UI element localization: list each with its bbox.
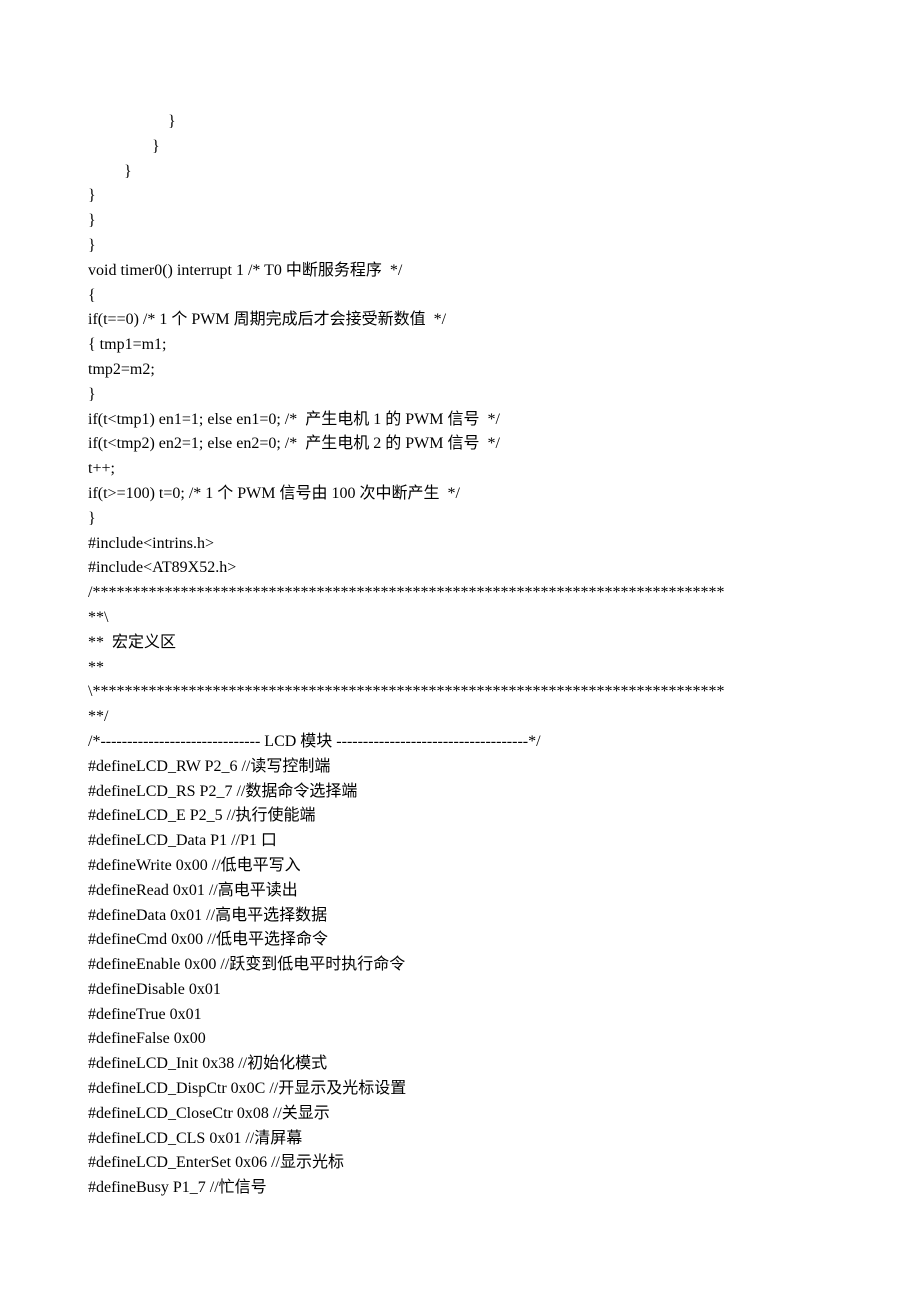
code-line: #include<intrins.h> — [88, 532, 832, 557]
code-line: #defineTrue 0x01 — [88, 1003, 832, 1028]
code-line: } — [88, 383, 832, 408]
code-line: tmp2=m2; — [88, 358, 832, 383]
code-line: if(t<tmp1) en1=1; else en1=0; /* 产生电机 1 … — [88, 408, 832, 433]
code-line: if(t>=100) t=0; /* 1 个 PWM 信号由 100 次中断产生… — [88, 482, 832, 507]
code-line: } — [88, 184, 832, 209]
code-line: **\ — [88, 606, 832, 631]
code-line: #defineFalse 0x00 — [88, 1027, 832, 1052]
code-line: if(t==0) /* 1 个 PWM 周期完成后才会接受新数值 */ — [88, 308, 832, 333]
code-line: #include<AT89X52.h> — [88, 556, 832, 581]
code-line: { — [88, 284, 832, 309]
code-line: void timer0() interrupt 1 /* T0 中断服务程序 *… — [88, 259, 832, 284]
code-line: /***************************************… — [88, 581, 832, 606]
code-line: } — [88, 234, 832, 259]
code-line: #defineLCD_RW P2_6 //读写控制端 — [88, 755, 832, 780]
code-line: if(t<tmp2) en2=1; else en2=0; /* 产生电机 2 … — [88, 432, 832, 457]
code-line: } — [88, 110, 832, 135]
code-line: **/ — [88, 705, 832, 730]
code-line: { tmp1=m1; — [88, 333, 832, 358]
code-line: #defineLCD_RS P2_7 //数据命令选择端 — [88, 780, 832, 805]
code-line: #defineLCD_DispCtr 0x0C //开显示及光标设置 — [88, 1077, 832, 1102]
code-line: } — [88, 507, 832, 532]
code-line: #defineLCD_CLS 0x01 //清屏幕 — [88, 1127, 832, 1152]
code-line: t++; — [88, 457, 832, 482]
code-line: #defineLCD_Init 0x38 //初始化模式 — [88, 1052, 832, 1077]
code-line: #defineCmd 0x00 //低电平选择命令 — [88, 928, 832, 953]
code-line: \***************************************… — [88, 680, 832, 705]
code-line: ** — [88, 656, 832, 681]
code-line: #defineLCD_Data P1 //P1 口 — [88, 829, 832, 854]
code-line: } — [88, 135, 832, 160]
document-page: } } } } } } void timer0() interrupt 1 /*… — [0, 0, 920, 1302]
code-line: #defineData 0x01 //高电平选择数据 — [88, 904, 832, 929]
code-line: #defineLCD_EnterSet 0x06 //显示光标 — [88, 1151, 832, 1176]
code-line: ** 宏定义区 — [88, 631, 832, 656]
code-line: } — [88, 209, 832, 234]
code-line: /*------------------------------ LCD 模块 … — [88, 730, 832, 755]
code-line: #defineEnable 0x00 //跃变到低电平时执行命令 — [88, 953, 832, 978]
code-line: #defineWrite 0x00 //低电平写入 — [88, 854, 832, 879]
code-line: #defineLCD_CloseCtr 0x08 //关显示 — [88, 1102, 832, 1127]
code-line: #defineDisable 0x01 — [88, 978, 832, 1003]
code-line: #defineLCD_E P2_5 //执行使能端 — [88, 804, 832, 829]
code-line: } — [88, 160, 832, 185]
code-line: #defineRead 0x01 //高电平读出 — [88, 879, 832, 904]
code-line: #defineBusy P1_7 //忙信号 — [88, 1176, 832, 1201]
